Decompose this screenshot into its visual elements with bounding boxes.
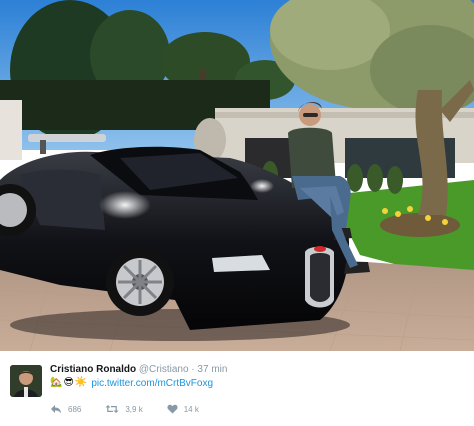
timestamp[interactable]: 37 min [197,364,227,375]
display-name[interactable]: Cristiano Ronaldo [50,364,136,375]
sunglasses-emoji: 😎 [63,377,74,388]
user-handle[interactable]: @Cristiano [139,364,189,375]
reply-arrow-icon [50,404,62,414]
tweet-text: 🏡 😎 ☀️ pic.twitter.com/mCrtBvFoxg [50,376,213,390]
avatar[interactable] [10,365,42,397]
tweet-photo[interactable] [0,0,474,351]
sun-emoji: ☀️ [74,377,88,388]
retweet-button[interactable]: 3,9 k [105,404,143,414]
house-with-garden-emoji: 🏡 [50,377,63,388]
tweet-card: Cristiano Ronaldo @Cristiano · 37 min 🏡 … [0,351,474,426]
heart-icon [167,404,178,414]
like-count: 14 k [183,404,199,414]
like-button[interactable]: 14 k [167,404,199,414]
tweet-actions: 686 3,9 k 14 k [50,402,223,416]
reply-count: 686 [68,404,82,414]
retweet-icon [105,404,119,414]
photo-link[interactable]: pic.twitter.com/mCrtBvFoxg [91,378,213,389]
separator-dot: · [191,364,195,375]
retweet-count: 3,9 k [125,404,143,414]
reply-button[interactable]: 686 [50,404,81,414]
tweet-header: Cristiano Ronaldo @Cristiano · 37 min [50,364,227,375]
